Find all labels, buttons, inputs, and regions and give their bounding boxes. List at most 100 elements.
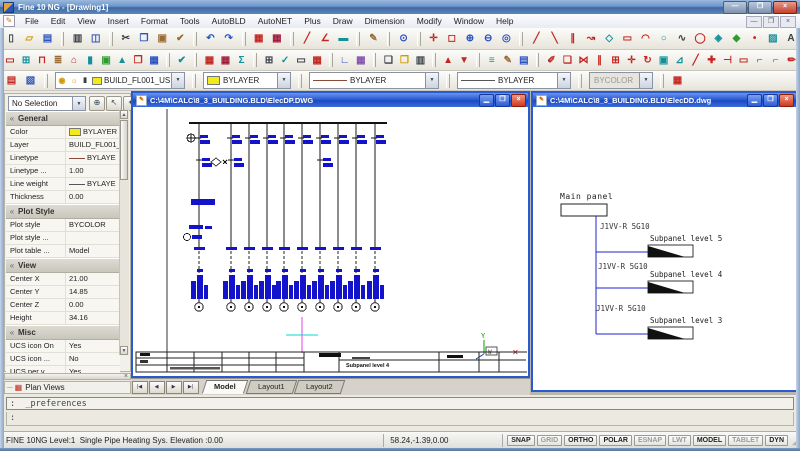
property-value[interactable]: BYLAYE [66, 152, 120, 164]
door-icon[interactable]: ⊓ [35, 52, 50, 69]
ok-icon[interactable]: ✓ [278, 52, 293, 69]
property-value[interactable] [66, 232, 120, 244]
rotate-icon[interactable]: ↻ [640, 52, 655, 69]
title-bar[interactable]: Fine 10 NG - [Drawing1] — ❐ × [0, 0, 800, 14]
layer-previous-icon[interactable]: ▧ [22, 72, 40, 89]
window2-title-bar[interactable]: ✎ C:\4M\CALC\8_3_BUILDING.BLD\ElecDD.dwg… [533, 93, 796, 107]
move-icon[interactable]: ✛ [624, 52, 639, 69]
frame-icon[interactable]: ▭ [294, 52, 309, 69]
menu-plus[interactable]: Plus [298, 15, 327, 28]
property-value[interactable]: No [66, 353, 120, 365]
window2-restore-button[interactable]: ❐ [763, 94, 778, 107]
tab-last-button[interactable]: ▶| [183, 381, 199, 394]
tab-model[interactable]: Model [202, 380, 248, 394]
toggle-esnap[interactable]: ESNAP [634, 435, 666, 446]
section-misc[interactable]: «Misc [6, 325, 120, 340]
mdi-restore-button[interactable]: ❐ [763, 16, 779, 28]
color-dropdown-arrow[interactable]: ▼ [277, 73, 290, 88]
close-button[interactable]: × [773, 1, 797, 14]
line-icon[interactable]: ╱ [528, 30, 545, 47]
cut-icon[interactable]: ✂ [117, 30, 134, 47]
fillet-icon[interactable]: ⌐ [768, 52, 783, 69]
polygon-icon[interactable]: ◇ [601, 30, 618, 47]
command-input[interactable]: : [6, 412, 794, 426]
property-value[interactable]: 0.00 [66, 191, 120, 203]
cells-icon[interactable]: ▦ [353, 52, 368, 69]
menu-autobld[interactable]: AutoBLD [206, 15, 252, 28]
zoom-realtime-icon[interactable]: ⊙ [395, 30, 412, 47]
hatch-icon[interactable]: ▨ [764, 30, 781, 47]
plot-style-manager-icon[interactable]: ▦ [669, 72, 687, 89]
section-view[interactable]: «View [6, 258, 120, 273]
zoom-out-icon[interactable]: ⊖ [480, 30, 497, 47]
polar-icon[interactable]: ∟ [337, 52, 352, 69]
selection-combo[interactable]: No Selection ▼ [8, 96, 86, 111]
tab-first-button[interactable]: |◀ [132, 381, 148, 394]
floors-icon[interactable]: ▦ [147, 52, 162, 69]
selection-dropdown-arrow[interactable]: ▼ [72, 97, 85, 110]
window2-minimize-button[interactable]: ▁ [747, 94, 762, 107]
toggle-tablet[interactable]: TABLET [728, 435, 763, 446]
menu-autonet[interactable]: AutoNET [252, 15, 299, 28]
array-icon[interactable]: ⊞ [608, 52, 623, 69]
toggle-pickadd-button[interactable]: ⊕ [89, 96, 105, 111]
offset-icon[interactable]: ∥ [592, 52, 607, 69]
splitter-close-icon[interactable]: × [124, 373, 128, 380]
new-icon[interactable]: ▯ [3, 30, 20, 47]
layers-flat-icon[interactable]: ≡ [484, 52, 499, 69]
zoom-in-icon[interactable]: ⊕ [461, 30, 478, 47]
erase-icon[interactable]: ✐ [544, 52, 559, 69]
color-control[interactable]: BYLAYER ▼ [203, 72, 291, 89]
mdi-minimize-button[interactable]: — [746, 16, 762, 28]
tab-prev-button[interactable]: ◀ [149, 381, 165, 394]
check-drawing-icon[interactable]: ✔ [174, 52, 189, 69]
menu-dimension[interactable]: Dimension [359, 15, 411, 28]
window-icon[interactable]: ⊞ [19, 52, 34, 69]
property-value[interactable]: Yes [66, 340, 120, 352]
zoom-extents-icon[interactable]: ◎ [498, 30, 515, 47]
minimize-button[interactable]: — [723, 1, 747, 14]
layer-lock-icon[interactable]: ▮ [80, 72, 90, 89]
command-history[interactable]: : _preferences [6, 397, 794, 410]
polyline-icon[interactable]: ↝ [582, 30, 599, 47]
wrench-icon[interactable]: ✎ [500, 52, 515, 69]
chamfer-icon[interactable]: ⌐ [752, 52, 767, 69]
window1-title-bar[interactable]: ✎ C:\4M\CALC\8_3_BUILDING.BLD\ElecDP.DWG… [133, 93, 528, 107]
redo-icon[interactable]: ↷ [220, 30, 237, 47]
stretch-icon[interactable]: ⊿ [672, 52, 687, 69]
toggle-snap[interactable]: SNAP [507, 435, 534, 446]
print-preview-icon[interactable]: ◫ [87, 30, 104, 47]
menu-insert[interactable]: Insert [102, 15, 135, 28]
room-icon[interactable]: ▣ [99, 52, 114, 69]
property-value[interactable]: 1.00 [66, 165, 120, 177]
window1-minimize-button[interactable]: ▁ [479, 94, 494, 107]
point-icon[interactable]: • [746, 30, 763, 47]
lineweight-dropdown-arrow[interactable]: ▼ [557, 73, 570, 88]
save-all-icon[interactable]: ▤ [516, 52, 531, 69]
undo-icon[interactable]: ↶ [202, 30, 219, 47]
menu-format[interactable]: Format [135, 15, 174, 28]
scroll-thumb[interactable] [120, 120, 128, 180]
property-value[interactable]: 34.16 [66, 312, 120, 324]
scale-icon[interactable]: ▣ [656, 52, 671, 69]
toggle-polar[interactable]: POLAR [599, 435, 632, 446]
layer-dropdown-arrow[interactable]: ▼ [171, 73, 184, 88]
layer-on-bulb-icon[interactable]: ◉ [56, 72, 68, 89]
markup-icon[interactable]: ▦ [268, 30, 285, 47]
collapse-icon[interactable]: « [6, 114, 18, 123]
menu-modify[interactable]: Modify [411, 15, 448, 28]
print-icon[interactable]: ▥ [69, 30, 86, 47]
menu-help[interactable]: Help [490, 15, 519, 28]
arc-icon[interactable]: ◠ [637, 30, 654, 47]
table-icon[interactable]: ▦ [310, 52, 325, 69]
toggle-lwt[interactable]: LWT [668, 435, 691, 446]
mdi-close-button[interactable]: × [780, 16, 796, 28]
angle-icon[interactable]: ∠ [317, 30, 334, 47]
rectangle-icon[interactable]: ▭ [619, 30, 636, 47]
grid-icon[interactable]: ⊞ [262, 52, 277, 69]
linetype-dropdown-arrow[interactable]: ▼ [425, 73, 438, 88]
stair-icon[interactable]: ≣ [51, 52, 66, 69]
section-general[interactable]: «General [6, 111, 120, 126]
tab-layout1[interactable]: Layout1 [245, 380, 296, 394]
pan-icon[interactable]: ✛ [425, 30, 442, 47]
